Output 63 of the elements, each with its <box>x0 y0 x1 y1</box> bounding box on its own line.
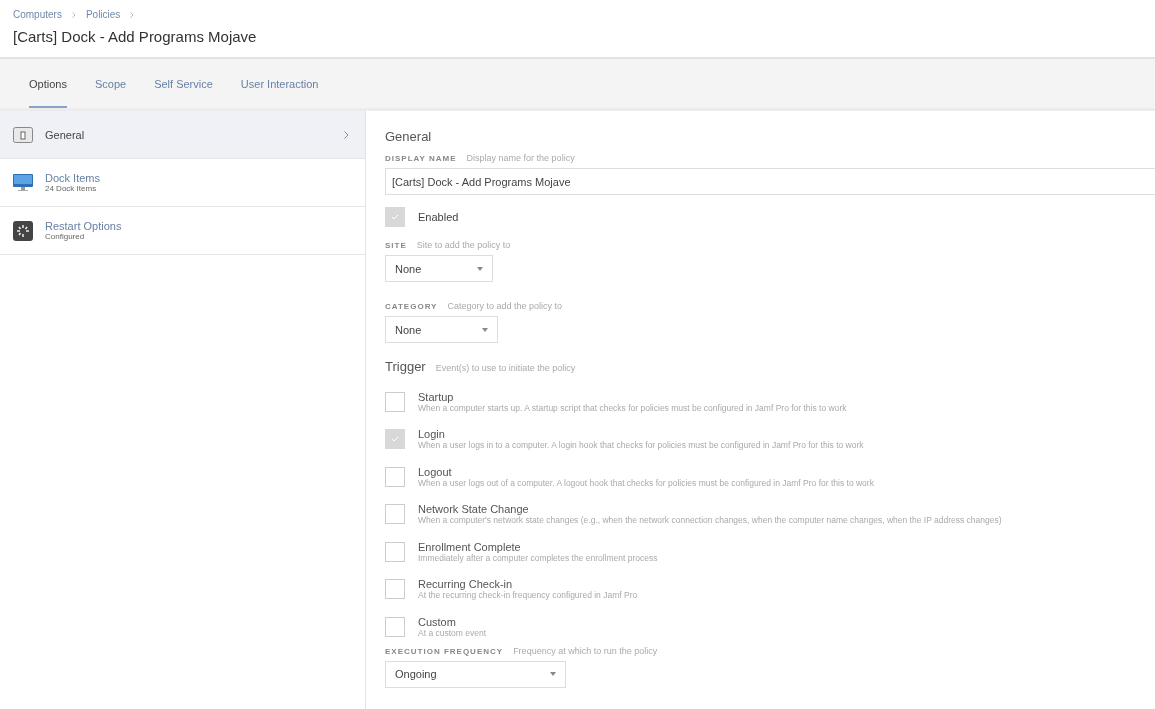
caret-icon <box>477 266 483 271</box>
field-hint: Site to add the policy to <box>416 240 511 250</box>
field-label: EXECUTION FREQUENCY <box>385 646 504 656</box>
field-label: SITE <box>385 241 407 250</box>
item-title: General <box>45 128 86 141</box>
monitor-icon <box>13 174 33 191</box>
sidebar-item[interactable]: General <box>0 111 365 159</box>
checkbox[interactable] <box>385 207 405 227</box>
chevron-icon <box>71 9 76 20</box>
chevron-icon <box>130 9 135 20</box>
section-heading: General <box>385 129 433 144</box>
field-hint: Frequency at which to run the policy <box>513 645 658 656</box>
option-description: When a user logs in to a computer. A login hook that checks for policies must be configured in Jamf Pro for this to work <box>418 440 864 451</box>
checkbox[interactable] <box>385 391 405 412</box>
tab[interactable]: Options <box>29 59 67 108</box>
item-subtitle: Configured <box>45 232 86 241</box>
chevron-icon <box>344 130 349 139</box>
field-hint: Display name for the policy <box>466 153 575 163</box>
checkbox-label: Enabled <box>418 211 459 223</box>
tab[interactable]: Scope <box>94 59 127 108</box>
checkbox-label: Custom <box>418 615 457 628</box>
tab[interactable]: Self Service <box>154 59 213 108</box>
check-icon <box>390 212 400 222</box>
field-hint: Category to add the policy to <box>447 301 563 311</box>
option-description: At the recurring check-in frequency configured in Jamf Pro <box>418 590 638 601</box>
checkbox[interactable] <box>385 466 405 487</box>
section-heading: Trigger <box>385 359 426 374</box>
option-description: When a computer's network state changes (e.g., when the network connection changes, when the computer name changes, when the IP address changes) <box>418 515 1002 526</box>
item-title: Restart Options <box>45 220 123 232</box>
caret-icon <box>550 672 556 676</box>
option-description: At a custom event <box>418 627 487 638</box>
dropdown[interactable]: Ongoing <box>385 660 566 688</box>
checkbox[interactable] <box>385 541 405 562</box>
page-title: [Carts] Dock - Add Programs Mojave <box>13 28 258 45</box>
field-label: CATEGORY <box>385 302 438 311</box>
breadcrumb-link[interactable]: Policies <box>85 9 121 20</box>
option-description: Immediately after a computer completes the enrollment process <box>418 552 658 563</box>
breadcrumb-link[interactable]: Computers <box>13 9 62 20</box>
sidebar-item[interactable]: Dock Items 24 Dock Items <box>0 159 365 207</box>
checkbox-label: Startup <box>418 390 455 403</box>
spinner-icon <box>13 220 33 241</box>
switch-icon <box>13 126 33 143</box>
checkbox-label: Logout <box>418 465 453 478</box>
option-description: When a user logs out of a computer. A logout hook that checks for policies must be configured in Jamf Pro for this to work <box>418 477 874 488</box>
option-description: When a computer starts up. A startup script that checks for policies must be configured in Jamf Pro for this to work <box>418 402 847 413</box>
checkbox-label: Enrollment Complete <box>418 540 522 553</box>
checkbox[interactable] <box>385 616 405 637</box>
checkbox[interactable] <box>385 504 405 525</box>
field-label: DISPLAY NAME <box>385 154 457 163</box>
dropdown[interactable]: None <box>385 255 493 282</box>
dropdown[interactable]: None <box>385 316 498 343</box>
checkbox[interactable] <box>385 579 405 600</box>
caret-icon <box>482 327 488 332</box>
tab[interactable]: User Interaction <box>240 59 319 108</box>
checkbox-label: Login <box>418 428 446 441</box>
sidebar-item[interactable]: Restart Options Configured <box>0 207 365 255</box>
checkbox-label: Network State Change <box>418 503 530 516</box>
item-title: Dock Items <box>45 172 101 184</box>
checkbox-label: Recurring Check-in <box>418 578 513 591</box>
section-hint: Event(s) to use to initiate the policy <box>435 363 576 373</box>
checkbox[interactable] <box>385 429 405 450</box>
text-field[interactable]: [Carts] Dock - Add Programs Mojave <box>385 168 1155 195</box>
item-subtitle: 24 Dock Items <box>45 184 98 193</box>
